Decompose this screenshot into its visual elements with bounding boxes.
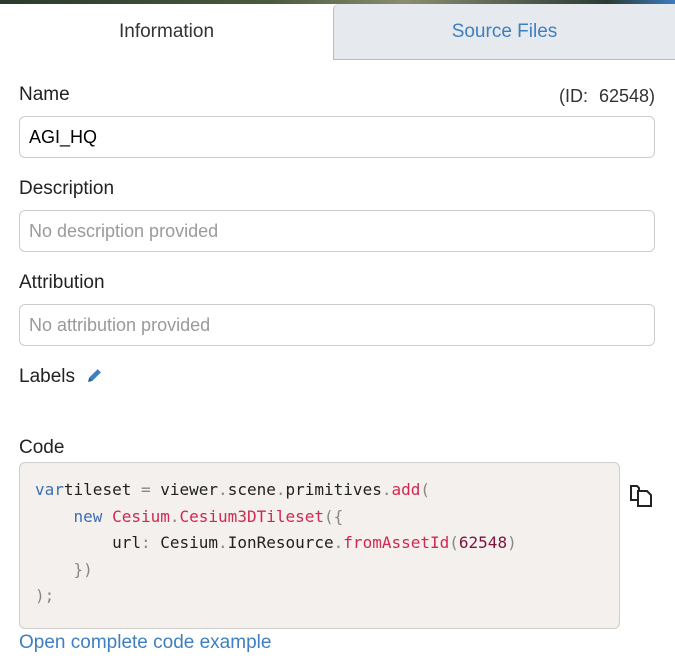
code-token: fromAssetId — [343, 533, 450, 552]
code-token: ) — [507, 533, 517, 552]
description-placeholder: No description provided — [29, 220, 219, 241]
tab-source-files[interactable]: Source Files — [333, 4, 675, 60]
code-token: var — [35, 480, 64, 499]
code-token: = — [140, 480, 151, 499]
attribution-placeholder: No attribution provided — [29, 314, 211, 335]
code-token: ( — [449, 533, 459, 552]
code-token: IonResource — [227, 533, 334, 552]
name-input[interactable] — [19, 116, 655, 158]
pencil-icon[interactable] — [86, 367, 103, 390]
code-token: new — [73, 506, 103, 526]
code-token: . — [218, 533, 228, 552]
code-token: . — [218, 480, 228, 499]
code-line: }) — [35, 557, 604, 584]
code-block: vartileset = viewer.scene.primitives.add… — [19, 462, 620, 629]
copy-icon[interactable] — [628, 481, 656, 514]
code-token: . — [333, 533, 344, 552]
tab-information[interactable]: Information — [0, 4, 333, 60]
code-line: ); — [35, 583, 604, 610]
code-label: Code — [19, 437, 65, 458]
description-input[interactable]: No description provided — [19, 210, 655, 252]
code-token: add — [391, 480, 421, 499]
open-code-example-link[interactable]: Open complete code example — [19, 632, 271, 654]
code-token: scene — [227, 480, 276, 499]
code-token: ); — [35, 586, 55, 605]
labels-label: Labels — [19, 366, 75, 387]
code-token: tileset — [63, 480, 141, 499]
code-token: viewer — [150, 480, 219, 499]
attribution-label: Attribution — [19, 272, 105, 293]
code-token: 62548 — [458, 533, 508, 552]
code-line: vartileset = viewer.scene.primitives.add… — [35, 477, 604, 504]
name-label: Name — [19, 84, 70, 105]
code-token: Cesium3DTileset — [179, 506, 325, 526]
code-token: . — [275, 480, 286, 499]
description-label: Description — [19, 178, 115, 199]
labels-section: Labels — [19, 366, 103, 390]
code-token: . — [169, 506, 180, 526]
attribution-input[interactable]: No attribution provided — [19, 304, 655, 346]
code-token: url — [35, 533, 141, 552]
code-token: primitives — [285, 480, 382, 499]
code-token: ( — [420, 480, 431, 499]
code-token: Cesium — [112, 506, 170, 526]
code-token: ({ — [324, 506, 344, 526]
code-token: }) — [35, 559, 93, 579]
asset-id: (ID: 62548) — [558, 86, 655, 106]
code-token: Cesium — [150, 533, 219, 552]
code-token: : — [140, 533, 151, 552]
code-line: new Cesium.Cesium3DTileset({ — [35, 504, 604, 531]
code-line: url: Cesium.IonResource.fromAssetId(6254… — [35, 530, 604, 557]
